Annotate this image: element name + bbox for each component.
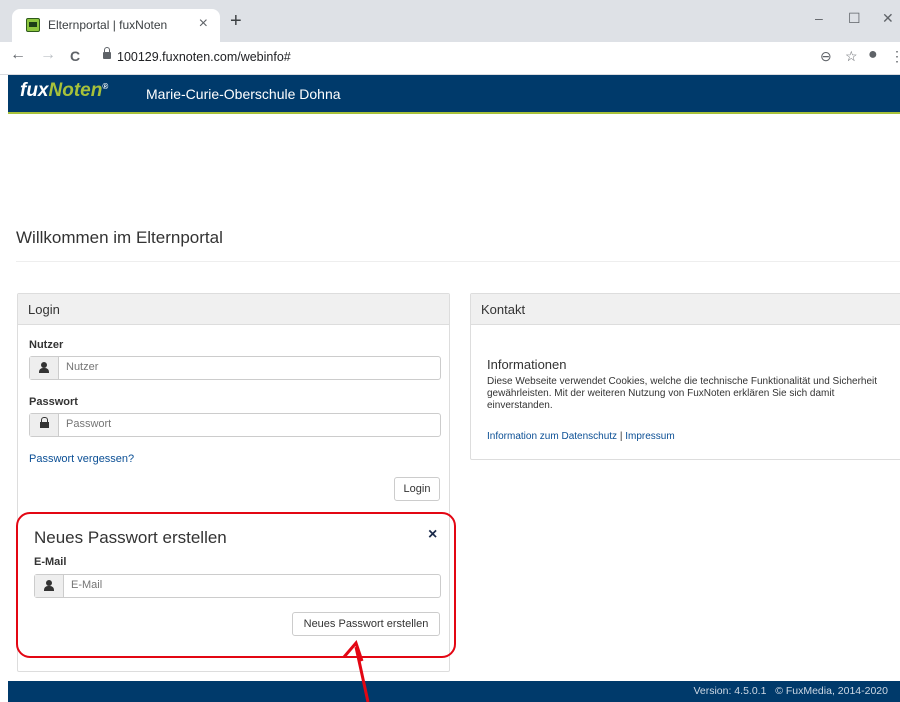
annotation-highlight-box [16, 512, 456, 658]
login-panel-header: Login [18, 294, 449, 325]
divider [16, 261, 900, 262]
login-panel-title: Login [28, 302, 60, 317]
cookie-info-text: Diese Webseite verwendet Cookies, welche… [487, 376, 878, 411]
app-navbar: fuxNoten® Marie-Curie-Oberschule Dohna [8, 75, 900, 114]
window-close-button[interactable]: ✕ [882, 10, 894, 27]
window-maximize-button[interactable]: ☐ [848, 10, 861, 27]
zoom-icon[interactable]: ⊖ [820, 48, 832, 65]
contact-panel: Kontakt Informationen Diese Webseite ver… [470, 293, 900, 460]
site-favicon-icon [26, 18, 40, 32]
fuxnoten-logo[interactable]: fuxNoten® [20, 80, 108, 102]
profile-icon[interactable]: ● [868, 46, 878, 64]
browser-tab-strip: Elternportal | fuxNoten × + – ☐ ✕ [0, 0, 900, 42]
browser-tab[interactable]: Elternportal | fuxNoten × [12, 9, 220, 42]
annotation-arrow-icon [342, 640, 370, 702]
browser-menu-icon[interactable]: ⋮ [890, 48, 900, 65]
tab-close-icon[interactable]: × [199, 15, 208, 33]
version-text: Version: 4.5.0.1 [693, 685, 767, 697]
login-button[interactable]: Login [394, 477, 440, 501]
logo-registered-mark: ® [102, 82, 109, 91]
url-text: 100129.fuxnoten.com/webinfo# [117, 50, 291, 64]
user-addon [30, 357, 59, 379]
forgot-password-link[interactable]: Passwort vergessen? [29, 453, 134, 465]
browser-toolbar: ← → C 100129.fuxnoten.com/webinfo# ⊖ ☆ ●… [0, 42, 900, 75]
contact-panel-header: Kontakt [471, 294, 900, 325]
user-icon [39, 362, 49, 374]
window-minimize-button[interactable]: – [815, 10, 823, 26]
logo-fux: fux [20, 80, 49, 101]
user-input[interactable] [66, 361, 366, 373]
back-button[interactable]: ← [10, 46, 26, 64]
footer-bar: Version: 4.5.0.1 © FuxMedia, 2014-2020 [8, 681, 900, 702]
reload-button[interactable]: C [70, 48, 80, 64]
address-bar[interactable]: 100129.fuxnoten.com/webinfo# [95, 47, 815, 69]
lock-icon [40, 417, 49, 428]
contact-panel-title: Kontakt [481, 302, 526, 317]
user-input-group [29, 356, 441, 380]
school-name: Marie-Curie-Oberschule Dohna [146, 86, 341, 102]
forward-button[interactable]: → [40, 46, 56, 64]
contact-links: Information zum Datenschutz | Impressum [487, 431, 675, 442]
new-tab-button[interactable]: + [230, 10, 242, 33]
password-input[interactable] [66, 418, 366, 430]
copyright-text: © FuxMedia, 2014-2020 [775, 685, 888, 697]
version-info: Version: 4.5.0.1 © FuxMedia, 2014-2020 [693, 685, 888, 697]
logo-noten: Noten [48, 80, 103, 101]
imprint-link[interactable]: Impressum [625, 431, 674, 442]
page-title: Willkommen im Elternportal [16, 228, 223, 247]
page-content: fuxNoten® Marie-Curie-Oberschule Dohna W… [8, 75, 900, 702]
user-label: Nutzer [29, 339, 64, 351]
info-heading: Informationen [487, 357, 567, 372]
password-addon [30, 414, 59, 436]
link-separator: | [619, 431, 623, 442]
password-label: Passwort [29, 396, 78, 408]
password-input-group [29, 413, 441, 437]
lock-icon [103, 47, 111, 59]
tab-title: Elternportal | fuxNoten [48, 18, 168, 32]
bookmark-star-icon[interactable]: ☆ [845, 48, 858, 65]
privacy-link[interactable]: Information zum Datenschutz [487, 431, 617, 442]
